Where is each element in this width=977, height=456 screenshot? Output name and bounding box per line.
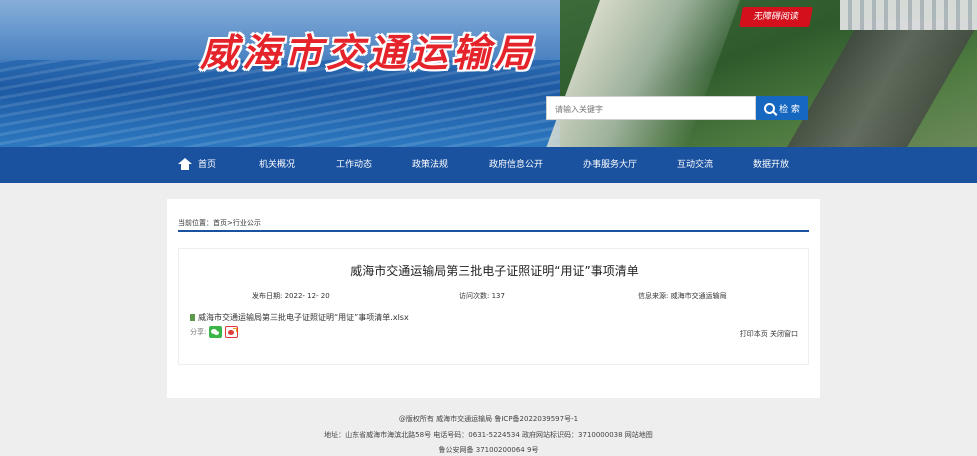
footer-address: 地址：山东省威海市海滨北路58号 电话号码：0631-5224534 政府网站标…	[324, 431, 653, 439]
search-icon	[764, 102, 776, 114]
nav-item-home[interactable]: 首页	[178, 147, 216, 183]
publish-date: 发布日期: 2022- 12- 20	[252, 292, 330, 300]
wechat-icon[interactable]	[209, 326, 223, 338]
nav-item-about[interactable]: 机关概况	[259, 147, 295, 183]
footer-copyright: @版权所有 威海市交通运输局 鲁ICP备2022039597号-1	[398, 415, 579, 423]
search-box	[546, 96, 756, 121]
footer: @版权所有 威海市交通运输局 鲁ICP备2022039597号-1 地址：山东省…	[0, 398, 977, 456]
nav-item-news[interactable]: 工作动态	[336, 147, 372, 183]
nav-item-label: 首页	[198, 160, 217, 170]
nav-item-open-data[interactable]: 数据开放	[753, 147, 789, 183]
article: 威海市交通运输局第三批电子证照证明“用证”事项清单 发布日期: 2022- 12…	[178, 248, 809, 365]
search-button[interactable]: 检 索	[756, 96, 808, 120]
info-source: 信息来源: 威海市交通运输局	[638, 292, 727, 300]
header-banner: 威海市交通运输局 无障碍阅读 检 索	[0, 0, 977, 147]
nav-item-service-hall[interactable]: 办事服务大厅	[583, 147, 637, 183]
nav-item-info-disclosure[interactable]: 政府信息公开	[489, 147, 543, 183]
file-icon	[190, 314, 195, 321]
search-input[interactable]	[547, 98, 755, 121]
share-bar: 分享:	[190, 326, 239, 338]
home-icon	[178, 157, 192, 170]
share-label: 分享:	[190, 328, 207, 336]
nav-item-interaction[interactable]: 互动交流	[677, 147, 713, 183]
site-title: 威海市交通运输局	[200, 30, 537, 75]
breadcrumb[interactable]: 当前位置：首页>行业公示	[178, 218, 261, 228]
close-window-button[interactable]: 关闭窗口	[770, 330, 798, 338]
content-panel: 当前位置：首页>行业公示 威海市交通运输局第三批电子证照证明“用证”事项清单 发…	[167, 199, 820, 398]
print-button[interactable]: 打印本页	[740, 330, 768, 338]
article-title: 威海市交通运输局第三批电子证照证明“用证”事项清单	[350, 264, 639, 278]
nav-item-policy[interactable]: 政策法规	[412, 147, 448, 183]
city-image	[840, 0, 977, 30]
attachment-label: 威海市交通运输局第三批电子证照证明“用证”事项清单.xlsx	[198, 313, 409, 322]
search-button-label: 检 索	[779, 104, 800, 115]
weibo-icon[interactable]	[225, 326, 239, 338]
print-links: 打印本页 关闭窗口	[740, 329, 798, 339]
accessibility-button[interactable]: 无障碍阅读	[739, 7, 813, 27]
attachment-link[interactable]: 威海市交通运输局第三批电子证照证明“用证”事项清单.xlsx	[190, 312, 409, 323]
visit-count: 访问次数: 137	[459, 292, 505, 300]
divider	[178, 230, 809, 232]
footer-police-record: 鲁公安网备 37100200064 9号	[438, 446, 539, 454]
main-nav: 首页 机关概况 工作动态 政策法规 政府信息公开 办事服务大厅 互动交流 数据开…	[0, 147, 977, 183]
